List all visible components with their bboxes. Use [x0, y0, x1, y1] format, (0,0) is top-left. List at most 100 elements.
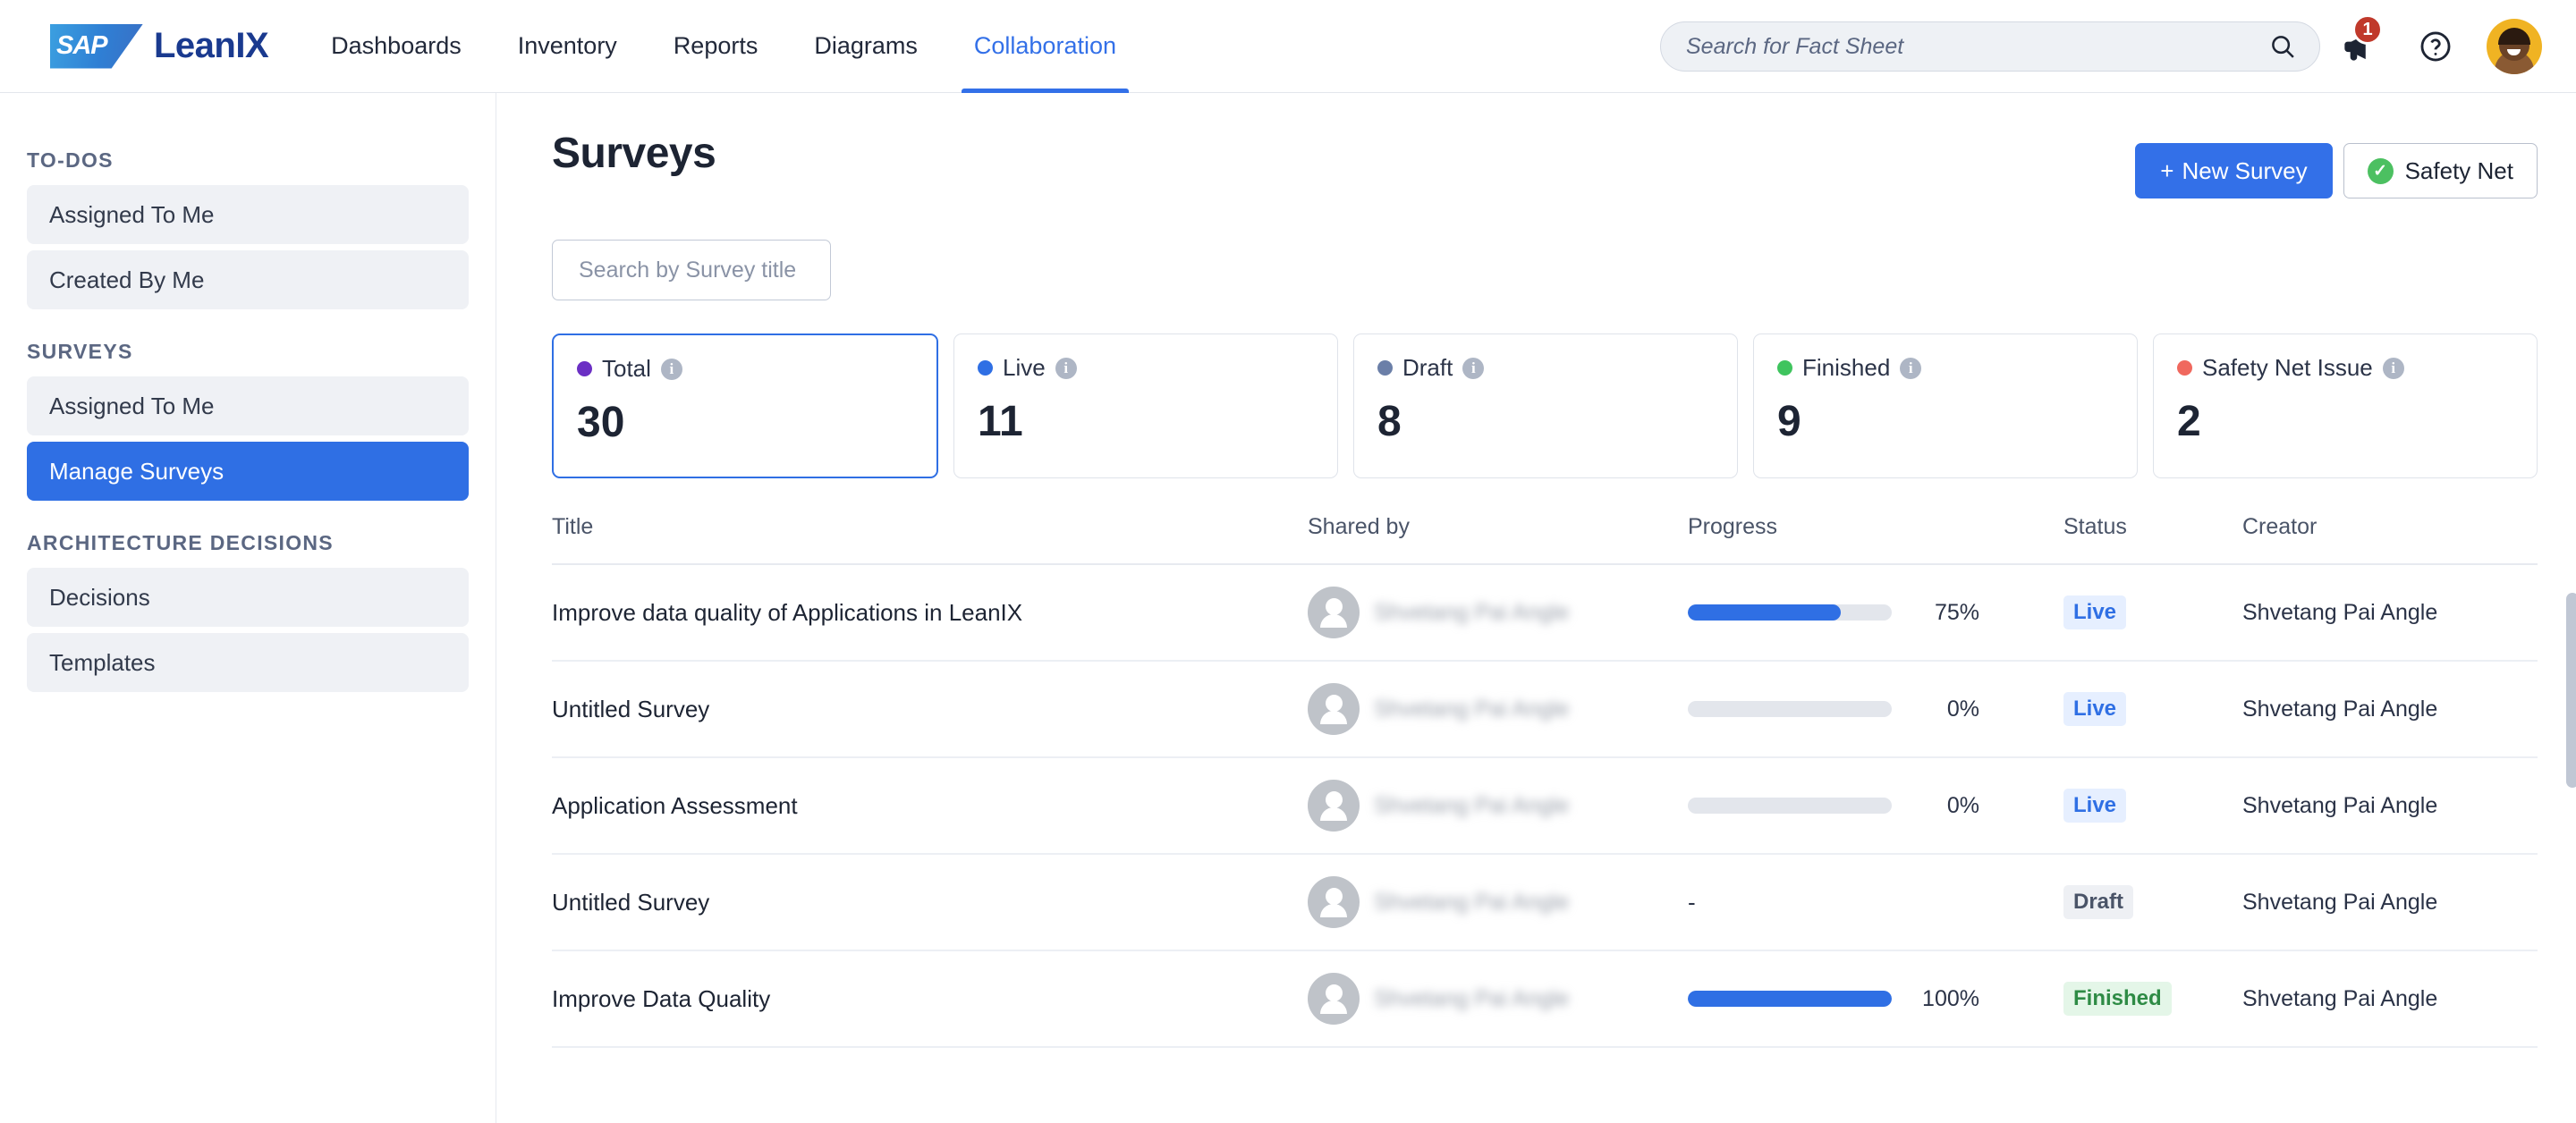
- status-badge: Live: [2063, 595, 2126, 629]
- stat-card-live[interactable]: Live i 11: [953, 334, 1338, 478]
- cell-status: Live: [2063, 757, 2242, 854]
- progress-percent: 100%: [1910, 986, 1979, 1012]
- survey-title: Improve data quality of Applications in …: [552, 599, 1308, 627]
- table-row[interactable]: Improve data quality of Applications in …: [552, 564, 2538, 661]
- info-icon[interactable]: i: [2383, 358, 2404, 379]
- sap-logo-text: SAP: [50, 31, 107, 61]
- safety-net-button[interactable]: ✓ Safety Net: [2343, 143, 2538, 198]
- stat-cards: Total i 30 Live i 11 Draft i: [552, 334, 2538, 478]
- progress-cell: 0%: [1688, 697, 2063, 722]
- cell-creator: Shvetang Pai Angle: [2242, 757, 2538, 854]
- stat-value-live: 11: [978, 397, 1314, 446]
- info-icon[interactable]: i: [1055, 358, 1077, 379]
- search-icon[interactable]: [2269, 33, 2296, 60]
- brand-name: LeanIX: [154, 26, 268, 66]
- status-badge: Draft: [2063, 885, 2133, 919]
- sidebar-section-architecture-decisions-title: ARCHITECTURE DECISIONS: [27, 531, 496, 555]
- status-dot-safety-net-issue: [2177, 360, 2192, 376]
- sidebar-item-surveys-assigned-to-me[interactable]: Assigned To Me: [27, 376, 469, 435]
- cell-title[interactable]: Untitled Survey: [552, 854, 1308, 950]
- cell-progress: 0%: [1688, 661, 2063, 757]
- table-row[interactable]: Application Assessment Shvetang Pai Angle…: [552, 757, 2538, 854]
- progress-bar: [1688, 604, 1892, 621]
- stat-value-draft: 8: [1377, 397, 1714, 446]
- info-icon[interactable]: i: [1900, 358, 1921, 379]
- cell-creator: Shvetang Pai Angle: [2242, 950, 2538, 1047]
- shared-by-name: Shvetang Pai Angle: [1374, 600, 1569, 626]
- new-survey-button[interactable]: + New Survey: [2135, 143, 2332, 198]
- sidebar-item-manage-surveys[interactable]: Manage Surveys: [27, 442, 469, 501]
- creator-name: Shvetang Pai Angle: [2242, 692, 2538, 727]
- help-button[interactable]: [2397, 0, 2474, 93]
- table-row[interactable]: Untitled SurveyShvetang Pai Angle-DraftS…: [552, 854, 2538, 950]
- progress-percent: 0%: [1910, 697, 1979, 722]
- nav-item-collaboration[interactable]: Collaboration: [974, 0, 1116, 93]
- sidebar: TO-DOS Assigned To Me Created By Me SURV…: [0, 93, 496, 1123]
- column-header-progress[interactable]: Progress: [1688, 514, 2063, 564]
- cell-creator: Shvetang Pai Angle: [2242, 564, 2538, 661]
- announcements-button[interactable]: 1: [2320, 0, 2397, 93]
- cell-shared-by: Shvetang Pai Angle: [1308, 564, 1688, 661]
- progress-bar-fill: [1688, 991, 1892, 1007]
- creator-name: Shvetang Pai Angle: [2242, 885, 2538, 920]
- table-scrollbar-thumb[interactable]: [2566, 593, 2576, 788]
- nav-item-diagrams[interactable]: Diagrams: [814, 0, 918, 93]
- nav-item-dashboards[interactable]: Dashboards: [331, 0, 462, 93]
- shared-by-user: Shvetang Pai Angle: [1308, 780, 1688, 832]
- cell-title[interactable]: Untitled Survey: [552, 661, 1308, 757]
- cell-title[interactable]: Improve Data Quality: [552, 950, 1308, 1047]
- stat-card-draft[interactable]: Draft i 8: [1353, 334, 1738, 478]
- progress-cell: 0%: [1688, 793, 2063, 819]
- cell-status: Live: [2063, 661, 2242, 757]
- global-search[interactable]: [1660, 21, 2320, 72]
- stat-label-total: Total: [602, 355, 651, 383]
- table-row[interactable]: Untitled SurveyShvetang Pai Angle0%LiveS…: [552, 661, 2538, 757]
- brand-logo[interactable]: SAP LeanIX: [50, 24, 268, 69]
- progress-bar: [1688, 701, 1892, 717]
- survey-search[interactable]: [552, 240, 831, 300]
- sidebar-item-todos-assigned-to-me[interactable]: Assigned To Me: [27, 185, 469, 244]
- cell-shared-by: Shvetang Pai Angle: [1308, 661, 1688, 757]
- nav-item-inventory[interactable]: Inventory: [518, 0, 617, 93]
- person-avatar-icon: [1308, 587, 1360, 638]
- shared-by-name: Shvetang Pai Angle: [1374, 793, 1569, 819]
- column-header-status[interactable]: Status: [2063, 514, 2242, 564]
- column-header-title[interactable]: Title: [552, 514, 1308, 564]
- sap-logo-icon: SAP: [50, 24, 143, 69]
- shared-by-name: Shvetang Pai Angle: [1374, 986, 1569, 1012]
- column-header-shared-by[interactable]: Shared by: [1308, 514, 1688, 564]
- person-avatar-icon: [1308, 683, 1360, 735]
- sidebar-section-surveys-title: SURVEYS: [27, 340, 496, 364]
- avatar[interactable]: [2487, 19, 2542, 74]
- stat-card-finished[interactable]: Finished i 9: [1753, 334, 2138, 478]
- search-input[interactable]: [1686, 34, 2269, 60]
- progress-percent: 75%: [1910, 600, 1979, 626]
- stat-card-total[interactable]: Total i 30: [552, 334, 938, 478]
- top-navigation-bar: SAP LeanIX Dashboards Inventory Reports …: [0, 0, 2576, 93]
- info-icon[interactable]: i: [1462, 358, 1484, 379]
- stat-label-draft: Draft: [1402, 354, 1453, 382]
- cell-title[interactable]: Application Assessment: [552, 757, 1308, 854]
- column-header-creator[interactable]: Creator: [2242, 514, 2538, 564]
- page-header: Surveys + New Survey ✓ Safety Net: [552, 93, 2538, 198]
- person-avatar-icon: [1308, 876, 1360, 928]
- cell-creator: Shvetang Pai Angle: [2242, 661, 2538, 757]
- shared-by-name: Shvetang Pai Angle: [1374, 890, 1569, 916]
- status-badge: Live: [2063, 692, 2126, 726]
- info-icon[interactable]: i: [661, 359, 682, 380]
- cell-progress: 100%: [1688, 950, 2063, 1047]
- sidebar-item-decisions[interactable]: Decisions: [27, 568, 469, 627]
- stat-card-safety-net-issue[interactable]: Safety Net Issue i 2: [2153, 334, 2538, 478]
- sidebar-item-templates[interactable]: Templates: [27, 633, 469, 692]
- nav-item-reports[interactable]: Reports: [674, 0, 758, 93]
- cell-progress: 0%: [1688, 757, 2063, 854]
- cell-shared-by: Shvetang Pai Angle: [1308, 854, 1688, 950]
- table-row[interactable]: Improve Data Quality Shvetang Pai Angle 10…: [552, 950, 2538, 1047]
- surveys-table-body: Improve data quality of Applications in …: [552, 564, 2538, 1047]
- survey-search-input[interactable]: [579, 258, 867, 283]
- cell-status: Draft: [2063, 854, 2242, 950]
- cell-creator: Shvetang Pai Angle: [2242, 854, 2538, 950]
- sidebar-item-todos-created-by-me[interactable]: Created By Me: [27, 250, 469, 309]
- survey-title: Untitled Survey: [552, 696, 1308, 723]
- cell-title[interactable]: Improve data quality of Applications in …: [552, 564, 1308, 661]
